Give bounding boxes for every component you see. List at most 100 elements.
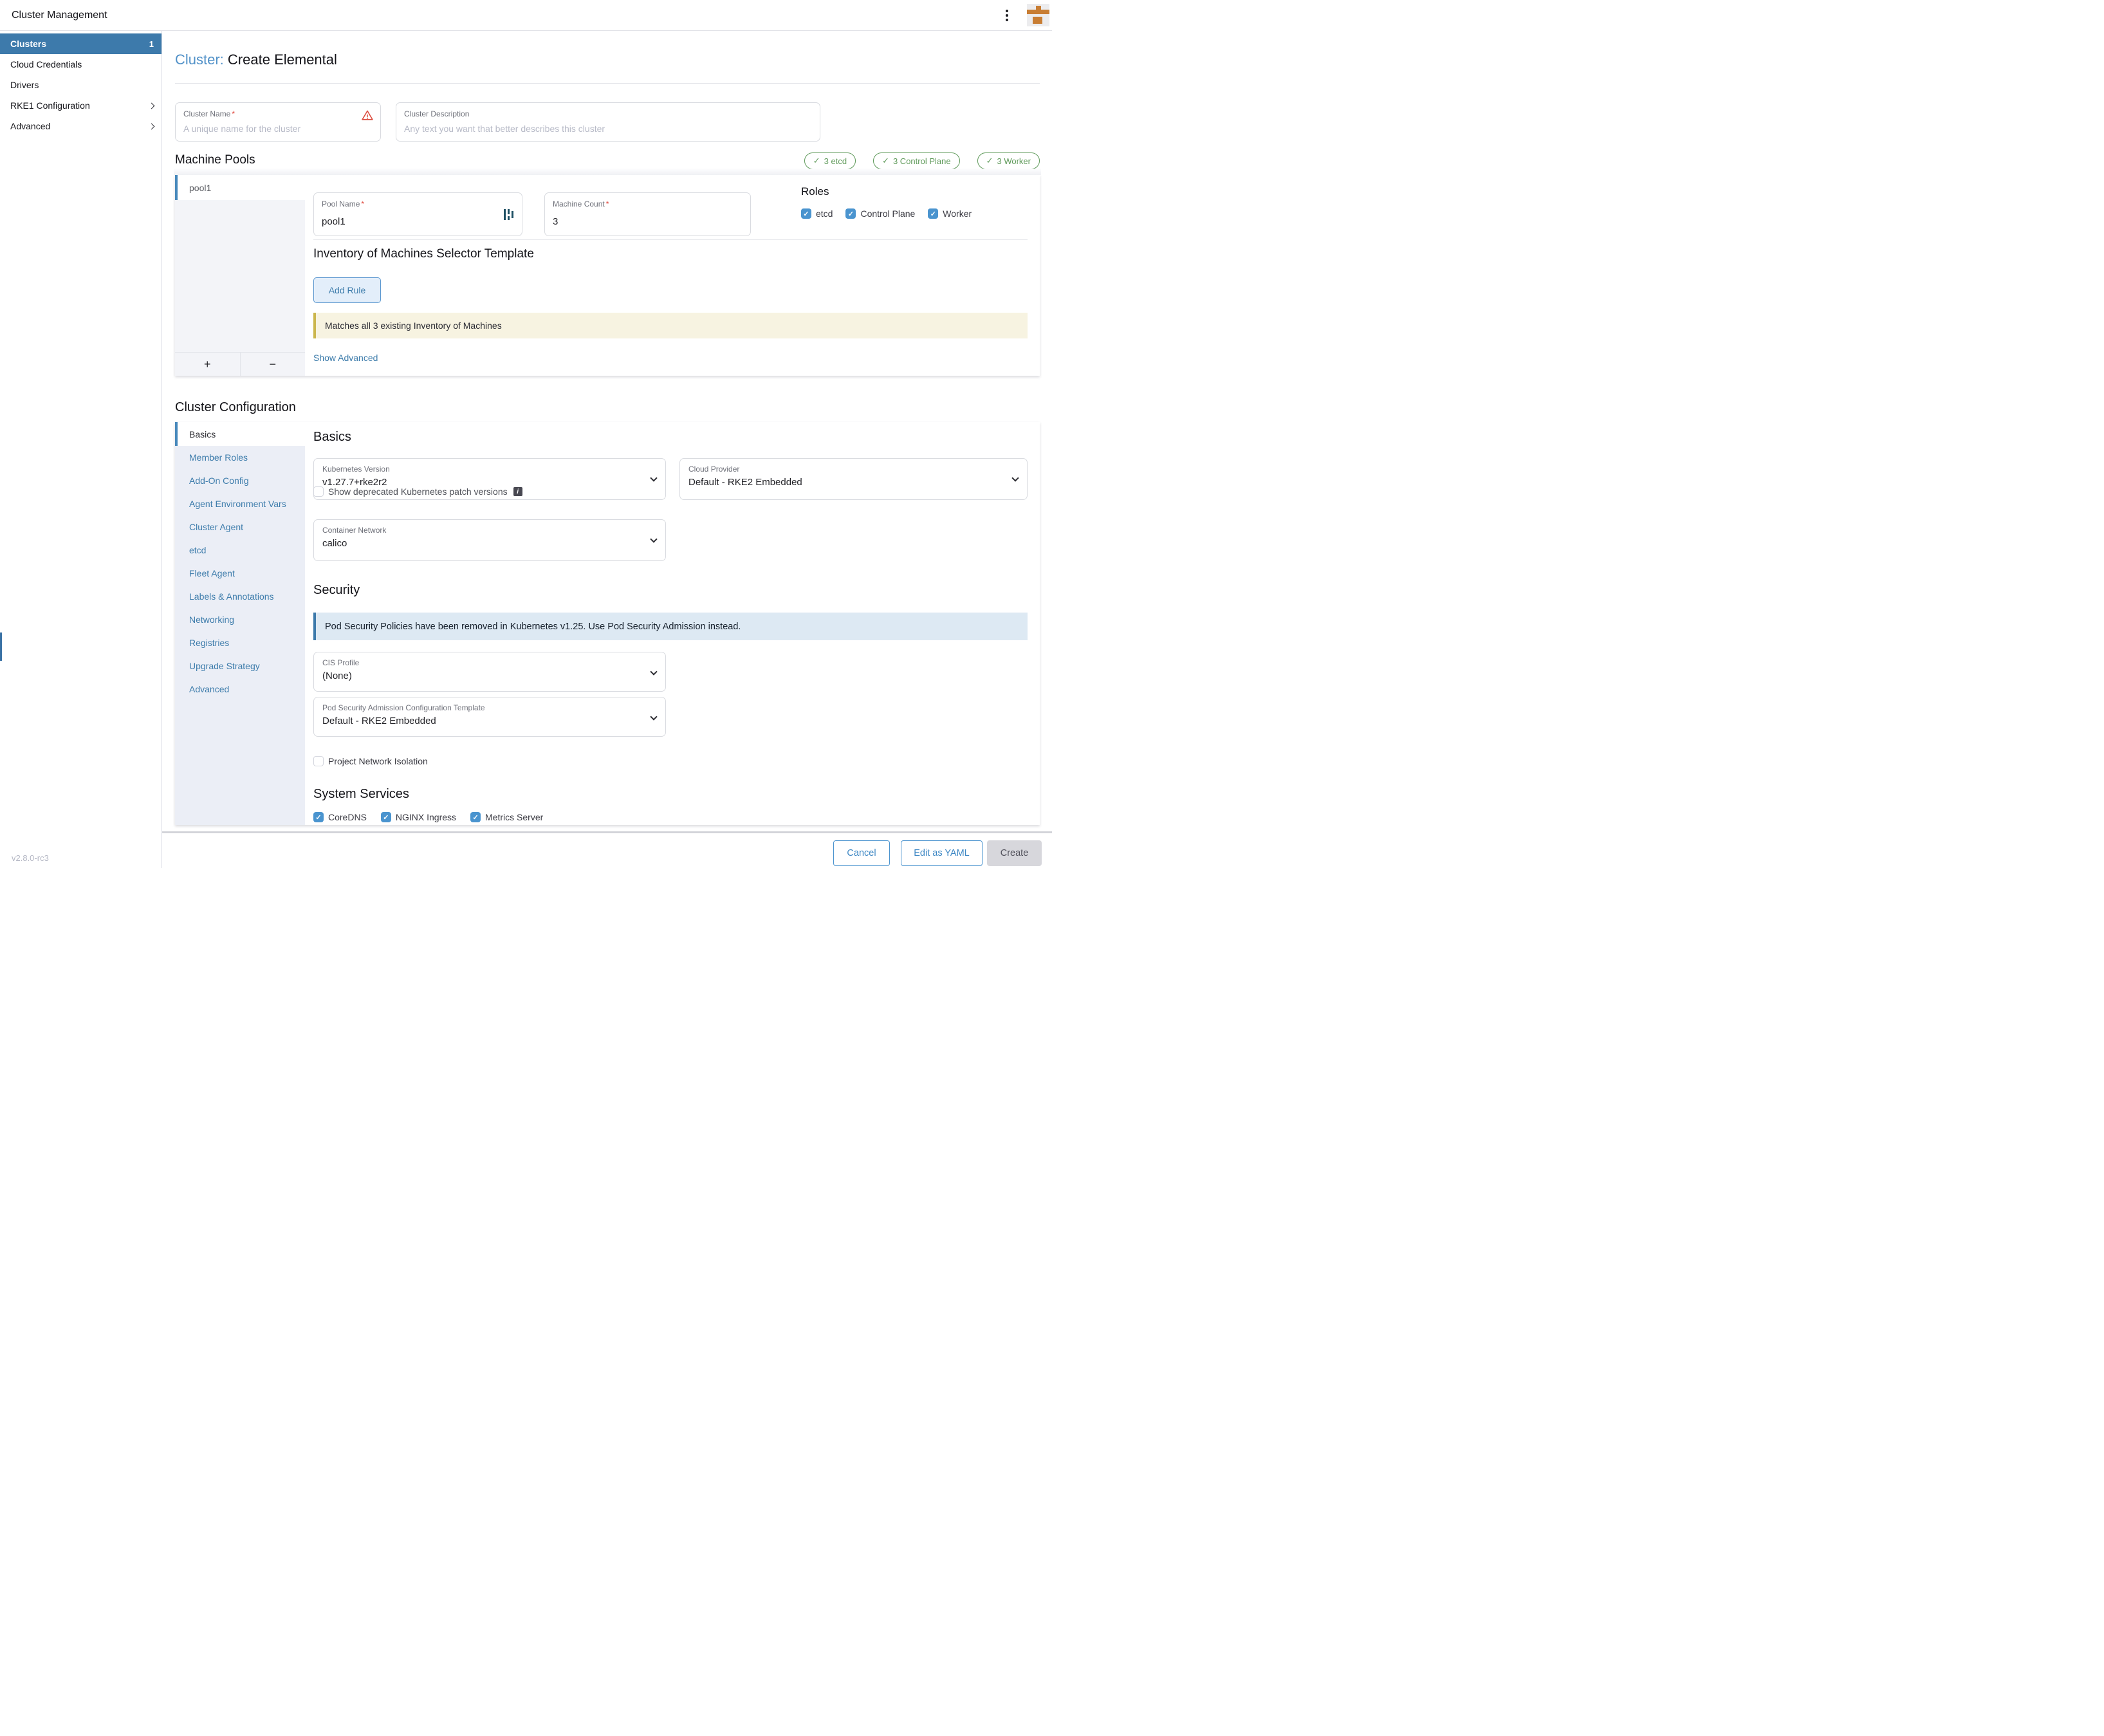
tab-labels-annotations[interactable]: Labels & Annotations (175, 585, 305, 608)
avatar[interactable] (1027, 4, 1049, 26)
machine-count-label: Machine Count* (553, 199, 609, 208)
tab-cluster-agent[interactable]: Cluster Agent (175, 515, 305, 539)
tab-upgrade-strategy[interactable]: Upgrade Strategy (175, 654, 305, 678)
pool-name-bars-icon[interactable] (503, 208, 514, 221)
add-rule-button[interactable]: Add Rule (313, 277, 381, 303)
tab-fleet-agent[interactable]: Fleet Agent (175, 562, 305, 585)
cluster-description-input[interactable] (404, 124, 795, 134)
cluster-configuration-heading: Cluster Configuration (175, 400, 296, 415)
service-nginx-ingress: ✓ NGINX Ingress (381, 812, 456, 822)
tab-etcd[interactable]: etcd (175, 539, 305, 562)
sidebar-item-advanced[interactable]: Advanced (0, 116, 161, 136)
tab-basics[interactable]: Basics (175, 422, 305, 446)
machine-pools-card: pool1 + − Pool Name* Machine Count* (175, 175, 1040, 376)
etcd-checkbox[interactable]: ✓ (801, 208, 811, 219)
chevron-right-icon (149, 102, 155, 109)
basics-heading: Basics (313, 430, 351, 445)
worker-checkbox[interactable]: ✓ (928, 208, 938, 219)
sidebar-item-drivers[interactable]: Drivers (0, 75, 161, 95)
tab-advanced[interactable]: Advanced (175, 678, 305, 701)
psa-template-select[interactable]: Pod Security Admission Configuration Tem… (313, 697, 666, 737)
action-footer: Cancel Edit as YAML Create (162, 831, 1052, 868)
sidebar-item-clusters[interactable]: Clusters 1 (0, 33, 161, 54)
pool-actions: + − (175, 352, 305, 376)
chevron-down-icon (650, 713, 657, 720)
page-title-text: Create Elemental (228, 51, 337, 68)
remove-pool-button[interactable]: − (241, 353, 306, 376)
machine-count-input[interactable] (553, 216, 726, 227)
cloud-provider-value: Default - RKE2 Embedded (688, 477, 802, 488)
cancel-button[interactable]: Cancel (833, 840, 890, 866)
app-version: v2.8.0-rc3 (12, 853, 49, 863)
etcd-count-badge: ✓ 3 etcd (804, 152, 856, 169)
chevron-down-icon (650, 535, 657, 542)
check-icon: ✓ (882, 156, 889, 166)
add-pool-button[interactable]: + (175, 353, 241, 376)
service-label: NGINX Ingress (396, 812, 456, 822)
kebab-menu-icon[interactable] (999, 8, 1015, 23)
role-label: etcd (816, 208, 833, 219)
left-edge-indicator (0, 633, 2, 661)
system-services-heading: System Services (313, 787, 409, 802)
info-icon[interactable]: i (513, 487, 522, 496)
cis-profile-select[interactable]: CIS Profile (None) (313, 652, 666, 692)
sidebar-item-label: Advanced (10, 121, 50, 131)
project-network-isolation-checkbox[interactable] (313, 756, 324, 766)
avatar-pixel (1027, 10, 1049, 14)
system-services-row: ✓ CoreDNS ✓ NGINX Ingress ✓ Metrics Serv… (313, 812, 543, 822)
tab-registries[interactable]: Registries (175, 631, 305, 654)
pool-name-label: Pool Name* (322, 199, 364, 208)
show-deprecated-checkbox[interactable] (313, 486, 324, 497)
psa-template-value: Default - RKE2 Embedded (322, 716, 436, 726)
kubernetes-version-label: Kubernetes Version (322, 465, 390, 474)
page-title: Cluster: Create Elemental (175, 51, 337, 68)
clusters-count-badge: 1 (149, 39, 154, 49)
roles-section: Roles ✓ etcd ✓ Control Plane ✓ Worker (801, 185, 972, 219)
roles-heading: Roles (801, 185, 972, 198)
cloud-provider-select[interactable]: Cloud Provider Default - RKE2 Embedded (679, 458, 1028, 500)
control-plane-checkbox[interactable]: ✓ (845, 208, 856, 219)
cluster-name-input[interactable] (183, 124, 356, 134)
chevron-down-icon (650, 474, 657, 481)
service-label: Metrics Server (485, 812, 543, 822)
selector-template-heading: Inventory of Machines Selector Template (313, 247, 534, 261)
cluster-breadcrumb-link[interactable]: Cluster: (175, 51, 224, 68)
role-label: Control Plane (860, 208, 915, 219)
metrics-server-checkbox[interactable]: ✓ (470, 812, 481, 822)
psa-template-label: Pod Security Admission Configuration Tem… (322, 703, 485, 712)
cloud-provider-label: Cloud Provider (688, 465, 739, 474)
worker-count-badge: ✓ 3 Worker (977, 152, 1040, 169)
tab-add-on-config[interactable]: Add-On Config (175, 469, 305, 492)
tab-networking[interactable]: Networking (175, 608, 305, 631)
avatar-pixel (1033, 17, 1042, 24)
tab-member-roles[interactable]: Member Roles (175, 446, 305, 469)
coredns-checkbox[interactable]: ✓ (313, 812, 324, 822)
cis-profile-label: CIS Profile (322, 658, 359, 667)
machine-pools-heading: Machine Pools (175, 153, 255, 167)
config-panel: Basics Kubernetes Version v1.27.7+rke2r2… (305, 422, 1040, 825)
container-network-select[interactable]: Container Network calico (313, 519, 666, 561)
pool-name-input[interactable] (322, 216, 497, 227)
project-network-isolation-row: Project Network Isolation (313, 756, 428, 766)
container-network-label: Container Network (322, 526, 386, 535)
nginx-ingress-checkbox[interactable]: ✓ (381, 812, 391, 822)
pool-panel: Pool Name* Machine Count* Roles ✓ (305, 175, 1040, 376)
service-label: CoreDNS (328, 812, 367, 822)
create-button[interactable]: Create (987, 840, 1042, 866)
role-worker: ✓ Worker (928, 208, 972, 219)
service-coredns: ✓ CoreDNS (313, 812, 367, 822)
tab-agent-environment-vars[interactable]: Agent Environment Vars (175, 492, 305, 515)
role-etcd: ✓ etcd (801, 208, 833, 219)
sidebar-item-rke1-configuration[interactable]: RKE1 Configuration (0, 95, 161, 116)
sidebar-item-cloud-credentials[interactable]: Cloud Credentials (0, 54, 161, 75)
chevron-down-icon (650, 668, 657, 675)
app-title: Cluster Management (12, 10, 107, 21)
matches-banner: Matches all 3 existing Inventory of Mach… (313, 313, 1028, 338)
pool-divider (313, 239, 1028, 240)
check-icon: ✓ (813, 156, 820, 166)
cluster-description-label: Cluster Description (404, 109, 469, 118)
pool-tab-pool1[interactable]: pool1 (175, 175, 305, 200)
show-advanced-link[interactable]: Show Advanced (313, 353, 378, 363)
pool-tabs-column: pool1 + − (175, 175, 305, 376)
edit-as-yaml-button[interactable]: Edit as YAML (901, 840, 983, 866)
